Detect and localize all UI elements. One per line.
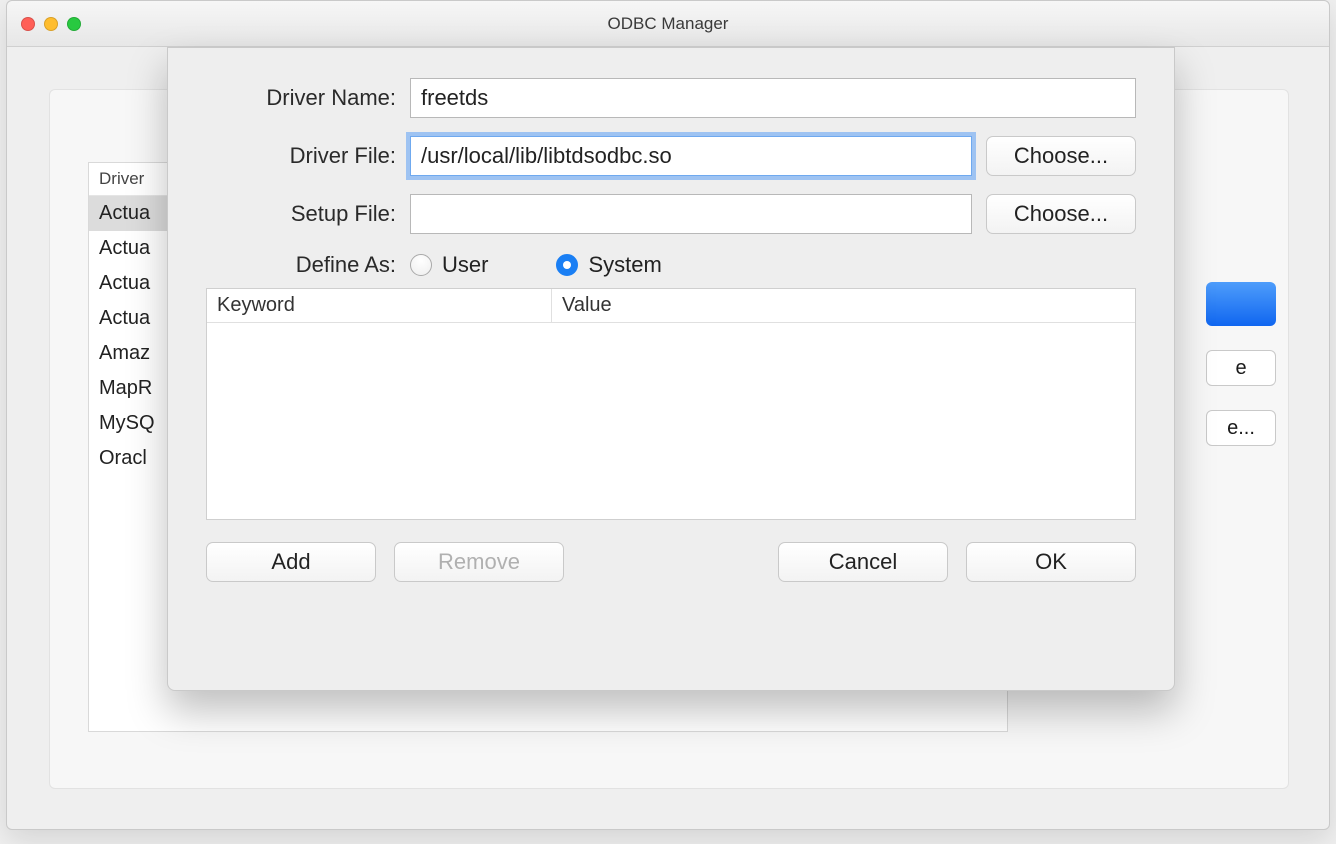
side-primary-button[interactable] xyxy=(1206,282,1276,326)
driver-name-input[interactable] xyxy=(410,78,1136,118)
kv-header: Keyword Value xyxy=(207,289,1135,323)
label-define-as: Define As: xyxy=(206,252,396,278)
side-button-3[interactable]: e... xyxy=(1206,410,1276,446)
window-title: ODBC Manager xyxy=(7,14,1329,34)
radio-user[interactable]: User xyxy=(410,252,488,278)
side-button-2[interactable]: e xyxy=(1206,350,1276,386)
label-driver-file: Driver File: xyxy=(206,143,396,169)
kv-body xyxy=(207,323,1135,519)
radio-icon xyxy=(556,254,578,276)
driver-file-input[interactable] xyxy=(410,136,972,176)
label-driver-name: Driver Name: xyxy=(206,85,396,111)
kv-col-keyword: Keyword xyxy=(207,289,552,322)
radio-icon xyxy=(410,254,432,276)
title-bar: ODBC Manager xyxy=(7,1,1329,47)
keyword-value-table[interactable]: Keyword Value xyxy=(206,288,1136,520)
sheet-footer: Add Remove Cancel OK xyxy=(206,542,1136,582)
choose-driver-file-button[interactable]: Choose... xyxy=(986,136,1136,176)
remove-button[interactable]: Remove xyxy=(394,542,564,582)
radio-user-label: User xyxy=(442,252,488,278)
kv-col-value: Value xyxy=(552,289,1135,322)
driver-editor-sheet: Driver Name: Driver File: Choose... Setu… xyxy=(167,47,1175,691)
main-window: ODBC Manager Driver Actua Actua Actua Ac… xyxy=(6,0,1330,830)
radio-system[interactable]: System xyxy=(556,252,661,278)
ok-button[interactable]: OK xyxy=(966,542,1136,582)
choose-setup-file-button[interactable]: Choose... xyxy=(986,194,1136,234)
row-setup-file: Setup File: Choose... xyxy=(206,194,1136,234)
row-driver-file: Driver File: Choose... xyxy=(206,136,1136,176)
cancel-button[interactable]: Cancel xyxy=(778,542,948,582)
row-driver-name: Driver Name: xyxy=(206,78,1136,118)
row-define-as: Define As: User System xyxy=(206,252,1136,278)
radio-system-label: System xyxy=(588,252,661,278)
label-setup-file: Setup File: xyxy=(206,201,396,227)
add-button[interactable]: Add xyxy=(206,542,376,582)
setup-file-input[interactable] xyxy=(410,194,972,234)
